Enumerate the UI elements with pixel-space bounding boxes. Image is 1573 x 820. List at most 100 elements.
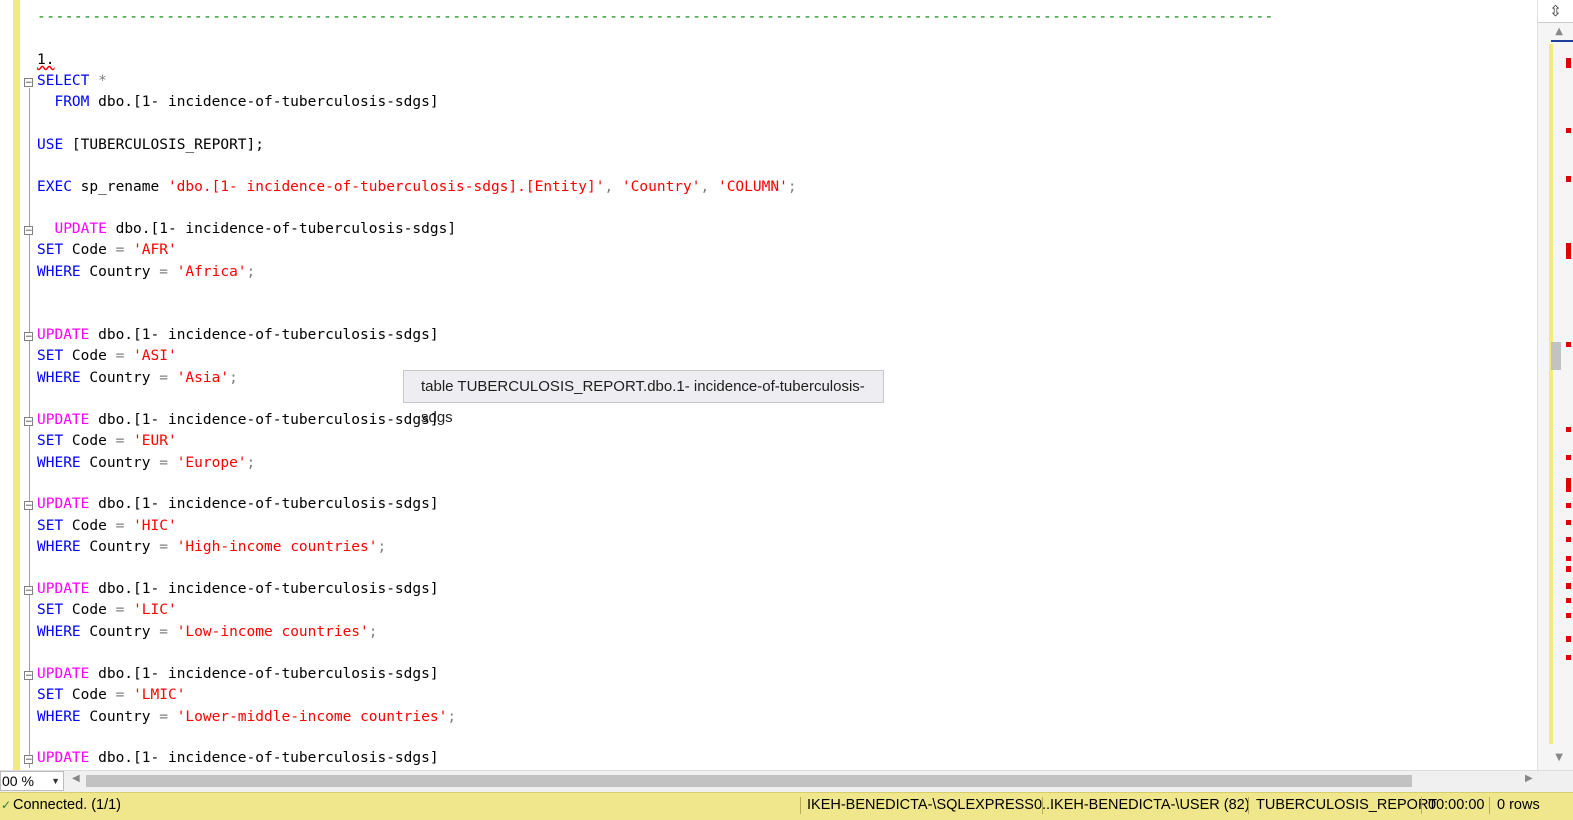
scroll-thumb[interactable] <box>1551 342 1561 370</box>
status-divider <box>1489 797 1490 814</box>
code-line-set: SET Code = 'LMIC' <box>37 687 186 703</box>
split-view-icon[interactable]: ⇳ <box>1538 0 1573 23</box>
update-keyword: UPDATE <box>37 666 90 682</box>
scroll-up-icon[interactable]: ▲ <box>1555 26 1563 37</box>
collapse-toggle-icon[interactable]: − <box>24 417 33 427</box>
set-keyword: SET <box>37 518 64 534</box>
elapsed-time: 00:00:00 <box>1428 797 1485 813</box>
set-keyword: SET <box>37 602 64 618</box>
error-marker <box>1566 176 1571 182</box>
code-line-where: WHERE Country = 'Low-income countries'; <box>37 624 378 640</box>
error-marker <box>1566 243 1571 259</box>
code-line-where: WHERE Country = 'Lower-middle-income cou… <box>37 709 457 725</box>
code-value: 'LMIC' <box>133 687 186 703</box>
scroll-left-icon[interactable]: ◀ <box>72 773 80 784</box>
code-line-select: SELECT * <box>37 71 107 92</box>
code-line-set: SET Code = 'ASI' <box>37 348 177 364</box>
row-count: 0 rows <box>1497 797 1540 813</box>
object-tooltip: table TUBERCULOSIS_REPORT.dbo.1- inciden… <box>403 370 884 426</box>
exec-proc: sp_rename <box>71 179 168 195</box>
code-line-update: UPDATE dbo.[1- incidence-of-tuberculosis… <box>37 664 439 685</box>
code-column: Code <box>63 518 116 534</box>
where-keyword: WHERE <box>37 264 81 280</box>
code-value: 'ASI' <box>133 348 177 364</box>
exec-arg-type: 'COLUMN' <box>717 179 788 195</box>
select-star: * <box>89 73 107 89</box>
error-marker <box>1566 58 1571 68</box>
code-line-use: USE [TUBERCULOSIS_REPORT]; <box>37 135 264 156</box>
scroll-right-icon[interactable]: ▶ <box>1525 773 1533 784</box>
code-line-set: SET Code = 'HIC' <box>37 518 177 534</box>
where-keyword: WHERE <box>37 370 81 386</box>
exec-arg-newname: 'Country' <box>621 179 701 195</box>
table-ref: dbo.[1- incidence-of-tuberculosis-sdgs] <box>89 581 439 597</box>
update-keyword: UPDATE <box>37 412 90 428</box>
error-marker <box>1566 566 1571 572</box>
error-marker <box>1566 478 1571 492</box>
comment-separator: ----------------------------------------… <box>37 9 1274 25</box>
error-marker <box>1566 613 1571 618</box>
connection-status: Connected. (1/1) <box>13 797 122 813</box>
error-marker <box>1566 556 1571 561</box>
country-value: 'Europe' <box>176 455 247 471</box>
error-marker <box>1566 503 1571 508</box>
vertical-scrollbar[interactable] <box>1537 0 1573 770</box>
status-divider <box>1042 797 1043 814</box>
server-name: IKEH-BENEDICTA-\SQLEXPRESS0... <box>807 797 1055 813</box>
select-keyword: SELECT <box>37 73 90 89</box>
collapse-toggle-icon[interactable]: − <box>24 78 33 88</box>
scroll-down-icon[interactable]: ▼ <box>1555 752 1563 763</box>
where-keyword: WHERE <box>37 709 81 725</box>
code-line-set: SET Code = 'LIC' <box>37 602 177 618</box>
update-keyword: UPDATE <box>37 327 90 343</box>
country-column: Country <box>80 709 160 725</box>
code-line-update: UPDATE dbo.[1- incidence-of-tuberculosis… <box>37 219 456 240</box>
collapse-toggle-icon[interactable]: − <box>24 226 33 236</box>
where-keyword: WHERE <box>37 624 81 640</box>
code-column: Code <box>63 242 116 258</box>
exec-arg-object: 'dbo.[1- incidence-of-tuberculosis-sdgs]… <box>167 179 605 195</box>
country-value: 'Asia' <box>176 370 230 386</box>
code-line-update: UPDATE dbo.[1- incidence-of-tuberculosis… <box>37 748 439 769</box>
collapse-toggle-icon[interactable]: − <box>24 332 33 342</box>
error-marker <box>1566 128 1571 133</box>
status-divider <box>1248 797 1249 814</box>
error-marker <box>1566 636 1571 642</box>
collapse-toggle-icon[interactable]: − <box>24 671 33 681</box>
table-ref: dbo.[1- incidence-of-tuberculosis-sdgs] <box>89 666 439 682</box>
code-line-set: SET Code = 'EUR' <box>37 433 177 449</box>
chevron-down-icon: ▼ <box>51 776 60 786</box>
zoom-select[interactable]: 00 % ▼ <box>0 771 64 791</box>
set-keyword: SET <box>37 433 64 449</box>
error-marker <box>1566 342 1571 347</box>
collapse-toggle-icon[interactable]: − <box>24 501 33 511</box>
update-keyword: UPDATE <box>37 581 90 597</box>
code-column: Code <box>63 602 116 618</box>
code-line-from: FROM dbo.[1- incidence-of-tuberculosis-s… <box>37 92 438 113</box>
set-keyword: SET <box>37 348 64 364</box>
selection-margin <box>0 0 14 770</box>
country-column: Country <box>80 539 160 555</box>
code-value: 'AFR' <box>133 242 177 258</box>
table-ref: dbo.[1- incidence-of-tuberculosis-sdgs] <box>89 327 439 343</box>
horizontal-scroll-thumb[interactable] <box>86 775 1412 787</box>
exec-keyword: EXEC <box>37 179 72 195</box>
code-line-where: WHERE Country = 'High-income countries'; <box>37 539 387 555</box>
zoom-value: 00 % <box>2 773 34 789</box>
code-value: 'LIC' <box>133 602 177 618</box>
code-column: Code <box>63 348 116 364</box>
country-value: 'High-income countries' <box>176 539 378 555</box>
caret-position-marker <box>1551 40 1573 42</box>
change-map <box>1549 44 1553 744</box>
code-line-update: UPDATE dbo.[1- incidence-of-tuberculosis… <box>37 579 439 600</box>
update-keyword: UPDATE <box>37 750 90 766</box>
error-marker <box>1566 427 1571 432</box>
code-line-where: WHERE Country = 'Asia'; <box>37 370 238 386</box>
error-marker <box>1566 455 1571 460</box>
error-marker <box>1566 537 1571 542</box>
code-value: 'HIC' <box>133 518 177 534</box>
collapse-toggle-icon[interactable]: − <box>24 586 33 596</box>
table-ref: dbo.[1- incidence-of-tuberculosis-sdgs] <box>89 496 439 512</box>
collapse-toggle-icon[interactable]: − <box>24 755 33 765</box>
status-divider <box>800 797 801 814</box>
